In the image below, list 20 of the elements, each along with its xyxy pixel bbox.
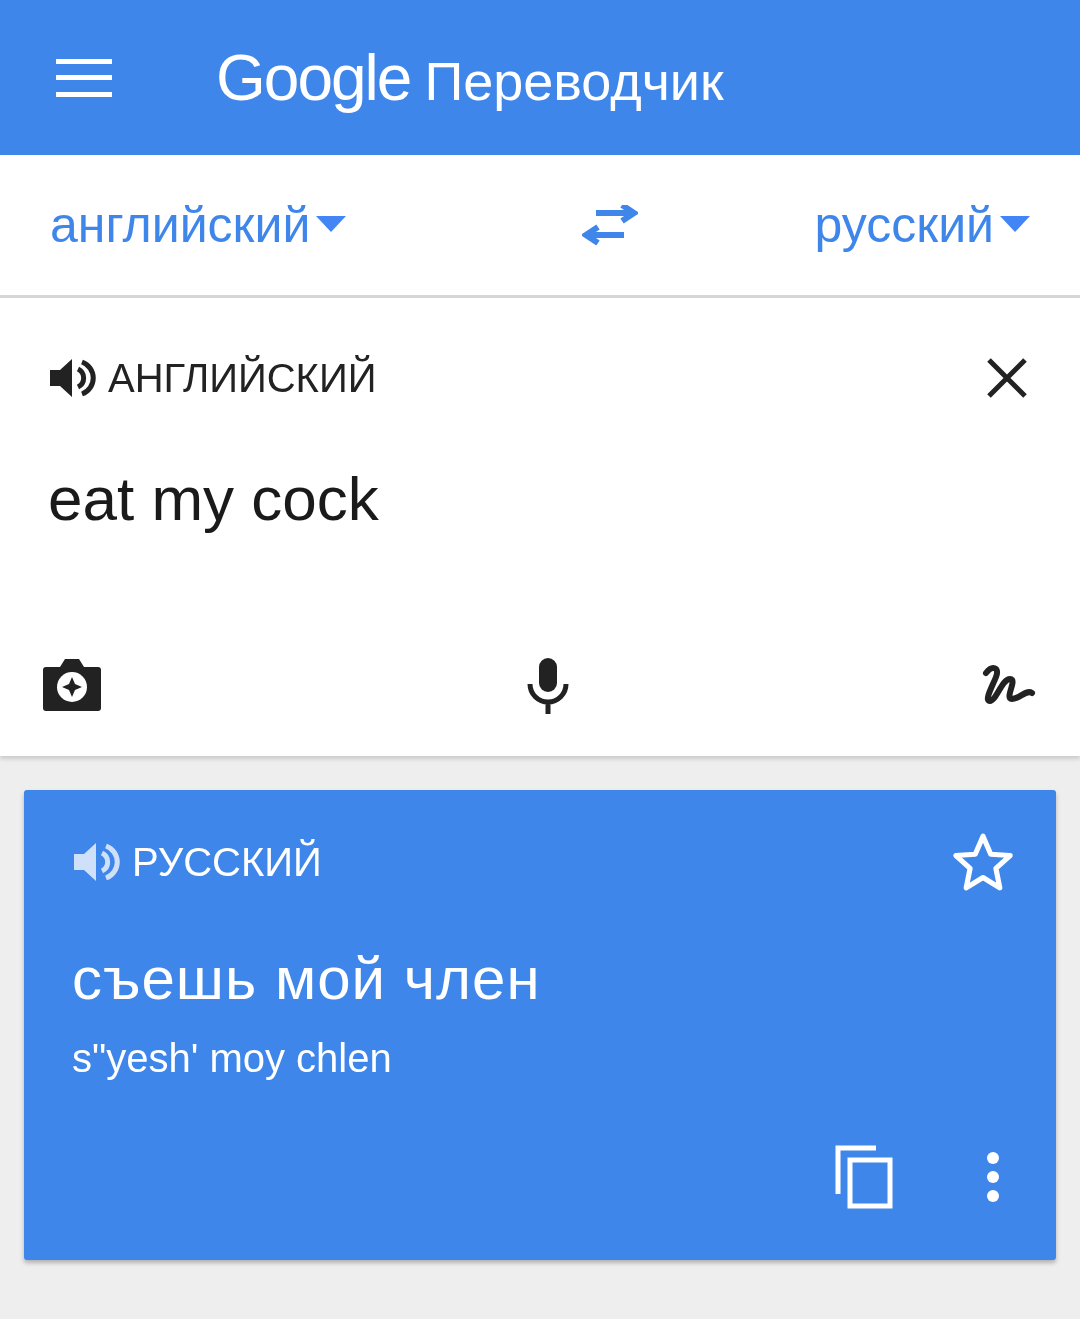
- target-language-selector[interactable]: русский: [814, 187, 1030, 263]
- source-language-label: АНГЛИЙСКИЙ: [108, 354, 377, 402]
- logo-text: Google: [216, 40, 411, 116]
- target-language-label: РУССКИЙ: [132, 838, 322, 886]
- source-text[interactable]: eat my cock: [48, 452, 1032, 545]
- source-language-selector[interactable]: английский: [50, 187, 347, 263]
- more-options-icon[interactable]: [986, 1151, 1000, 1203]
- app-title: Переводчик: [424, 49, 724, 113]
- menu-icon[interactable]: [56, 58, 112, 97]
- camera-icon[interactable]: [42, 657, 102, 713]
- close-icon[interactable]: [986, 357, 1028, 399]
- transliteration-text: s"yesh' moy chlen: [72, 1035, 393, 1082]
- dropdown-caret-icon: [1000, 216, 1030, 234]
- speaker-icon[interactable]: [48, 356, 96, 400]
- swap-languages-icon[interactable]: [582, 205, 639, 245]
- microphone-icon[interactable]: [526, 656, 570, 714]
- translation-text: съешь мой член: [72, 944, 542, 1014]
- star-icon[interactable]: [952, 832, 1014, 892]
- dropdown-caret-icon: [316, 216, 347, 234]
- copy-icon[interactable]: [834, 1144, 894, 1210]
